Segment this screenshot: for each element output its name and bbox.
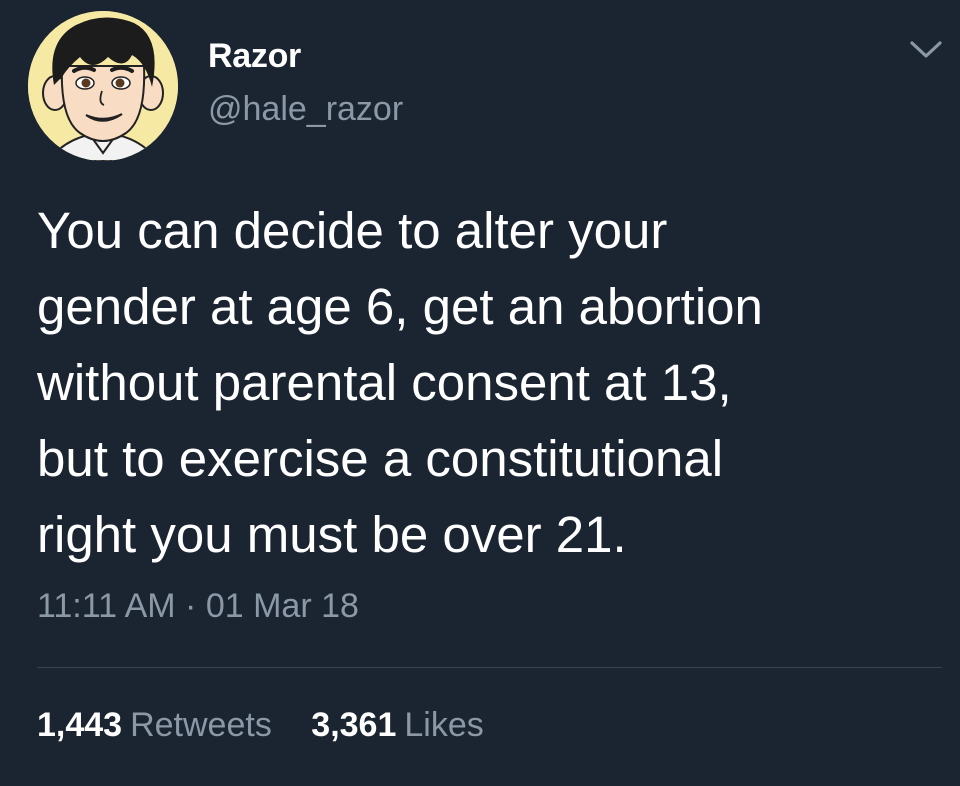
avatar[interactable] bbox=[28, 11, 178, 161]
tweet-text-line: right you must be over 21. bbox=[37, 506, 627, 563]
retweet-count: 1,443 bbox=[37, 706, 123, 744]
like-count: 3,361 bbox=[311, 706, 397, 744]
tweet-timestamp[interactable]: 11:11 AM · 01 Mar 18 bbox=[37, 587, 359, 626]
chevron-down-icon[interactable] bbox=[906, 36, 946, 64]
retweet-label: Retweets bbox=[130, 706, 272, 744]
retweets-stat[interactable]: 1,443 Retweets bbox=[37, 706, 272, 745]
tweet-text-line: You can decide to alter your bbox=[37, 202, 668, 259]
tweet-card: Razor @hale_razor You can decide to alte… bbox=[0, 0, 960, 786]
divider bbox=[37, 667, 942, 668]
display-name[interactable]: Razor bbox=[208, 37, 301, 76]
tweet-text-line: but to exercise a constitutional bbox=[37, 430, 724, 487]
like-label: Likes bbox=[404, 706, 484, 744]
likes-stat[interactable]: 3,361 Likes bbox=[311, 706, 483, 745]
tweet-text-line: gender at age 6, get an abortion bbox=[37, 278, 763, 335]
user-handle[interactable]: @hale_razor bbox=[208, 90, 403, 129]
tweet-text-line: without parental consent at 13, bbox=[37, 354, 732, 411]
tweet-text: You can decide to alter your gender at a… bbox=[37, 193, 927, 573]
tweet-stats: 1,443 Retweets 3,361 Likes bbox=[37, 706, 484, 745]
cartoon-avatar-icon bbox=[28, 11, 178, 161]
